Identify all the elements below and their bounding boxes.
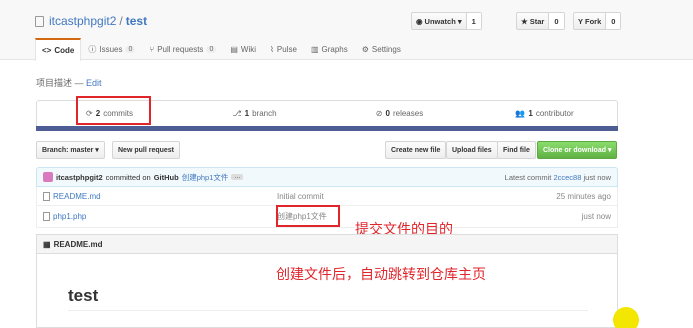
language-bar (36, 126, 618, 131)
readme-divider (68, 310, 588, 311)
tab-pull-requests[interactable]: ⑂ Pull requests 0 (142, 38, 223, 60)
contributors-count: 1 (528, 109, 533, 118)
eye-icon: ◉ (416, 16, 423, 26)
readme-filename: README.md (53, 239, 103, 249)
clone-or-download-button[interactable]: Clone or download ▾ (537, 141, 618, 159)
tab-label: Pull requests (157, 45, 204, 54)
star-icon: ★ (521, 16, 528, 26)
file-name-link[interactable]: php1.php (53, 212, 86, 221)
file-icon (43, 191, 50, 201)
tab-pulse[interactable]: ⌇ Pulse (263, 38, 304, 60)
annotation-after-create: 创建文件后，自动跳转到仓库主页 (276, 266, 486, 282)
tab-counter: 0 (125, 46, 136, 53)
file-age: just now (581, 212, 611, 221)
repo-name-link[interactable]: test (126, 14, 147, 28)
tab-counter: 0 (206, 46, 217, 53)
description-text: 项目描述 — (36, 78, 87, 88)
fork-icon: Y (578, 16, 584, 26)
fork-label: Fork (585, 16, 602, 26)
commit-meta: Latest commit 2ccec88 just now (505, 173, 611, 182)
upload-files-button[interactable]: Upload files (446, 141, 498, 159)
repo-owner-link[interactable]: itcastphpgit2 (49, 14, 116, 28)
annotation-box-message (276, 205, 340, 227)
pull-request-icon: ⑂ (149, 45, 155, 54)
releases-link[interactable]: ⊘ 0 releases (327, 101, 472, 126)
repo-title: itcastphpgit2 / test (35, 14, 147, 28)
branches-link[interactable]: ⎇ 1 branch (182, 101, 327, 126)
tab-label: Issues (99, 45, 123, 54)
watch-button[interactable]: ◉ Unwatch ▾ 1 (411, 12, 482, 30)
branches-count: 1 (244, 109, 250, 118)
branch-select[interactable]: Branch: master ▾ (36, 141, 105, 159)
readme-header: ▦ README.md (36, 234, 618, 254)
contributors-label: contributor (535, 109, 574, 118)
code-icon: <> (42, 46, 52, 55)
pulse-icon: ⌇ (270, 45, 274, 54)
book-icon: ▦ (43, 239, 51, 249)
expand-commit-button[interactable]: … (231, 174, 244, 180)
branch-icon: ⎇ (232, 109, 242, 118)
fork-button[interactable]: Y Fork 0 (573, 12, 622, 30)
book-icon: ▤ (230, 45, 238, 54)
readme-title: test (68, 286, 99, 305)
commit-sha-link[interactable]: 2ccec88 (553, 173, 581, 182)
tab-wiki[interactable]: ▤ Wiki (223, 38, 263, 60)
watch-count[interactable]: 1 (466, 13, 481, 29)
tab-label: Pulse (276, 45, 297, 54)
commit-message-link[interactable]: 创建php1文件 (182, 172, 229, 183)
commit-age: just now (583, 172, 611, 182)
file-icon (43, 212, 50, 221)
tab-label: Wiki (240, 45, 257, 54)
gear-icon: ⚙ (361, 45, 369, 54)
commit-text: committed on (105, 172, 151, 182)
find-file-button[interactable]: Find file (497, 141, 536, 159)
star-count[interactable]: 0 (549, 13, 564, 29)
releases-count: 0 (385, 109, 390, 118)
branches-label: branch (252, 109, 277, 118)
latest-commit-bar: itcastphpgit2 committed on GitHub 创建php1… (36, 167, 618, 187)
tab-settings[interactable]: ⚙ Settings (355, 38, 408, 60)
contributors-link[interactable]: 👥 1 contributor (472, 101, 617, 126)
tag-icon: ⊘ (375, 109, 383, 118)
star-label: Star (529, 16, 545, 26)
repo-separator: / (119, 14, 123, 28)
people-icon: 👥 (515, 109, 526, 118)
tab-label: Settings (371, 45, 401, 54)
file-row: README.md Initial commit 25 minutes ago (36, 187, 618, 206)
tab-issues[interactable]: ⓘ Issues 0 (81, 38, 142, 60)
repo-nav-tabs: <> Code ⓘ Issues 0 ⑂ Pull requests 0 ▤ W… (35, 38, 408, 61)
create-new-file-button[interactable]: Create new file (385, 141, 447, 159)
commit-author-link[interactable]: itcastphpgit2 (56, 173, 103, 182)
file-name-link[interactable]: README.md (53, 192, 101, 201)
repo-icon (35, 15, 44, 27)
file-age: 25 minutes ago (556, 191, 611, 201)
commit-via: GitHub (153, 172, 179, 182)
latest-commit-label: Latest commit (504, 172, 552, 182)
fork-count[interactable]: 0 (606, 13, 621, 29)
tab-label: Graphs (321, 45, 348, 54)
watch-label: Unwatch ▾ (424, 16, 462, 26)
releases-label: releases (392, 109, 424, 118)
edit-description-link[interactable]: Edit (86, 78, 102, 88)
annotation-box-commits (76, 96, 151, 125)
star-button[interactable]: ★ Star 0 (516, 12, 565, 30)
repo-description: 项目描述 — Edit (36, 76, 102, 89)
cursor-highlight-icon (613, 307, 639, 328)
new-pull-request-button[interactable]: New pull request (112, 141, 181, 159)
tab-code[interactable]: <> Code (35, 38, 82, 61)
issue-icon: ⓘ (88, 45, 97, 54)
file-commit-message[interactable]: Initial commit (277, 192, 556, 201)
tab-label: Code (54, 46, 75, 55)
graph-icon: ▥ (310, 45, 319, 54)
avatar (43, 172, 53, 182)
tab-graphs[interactable]: ▥ Graphs (304, 38, 355, 60)
